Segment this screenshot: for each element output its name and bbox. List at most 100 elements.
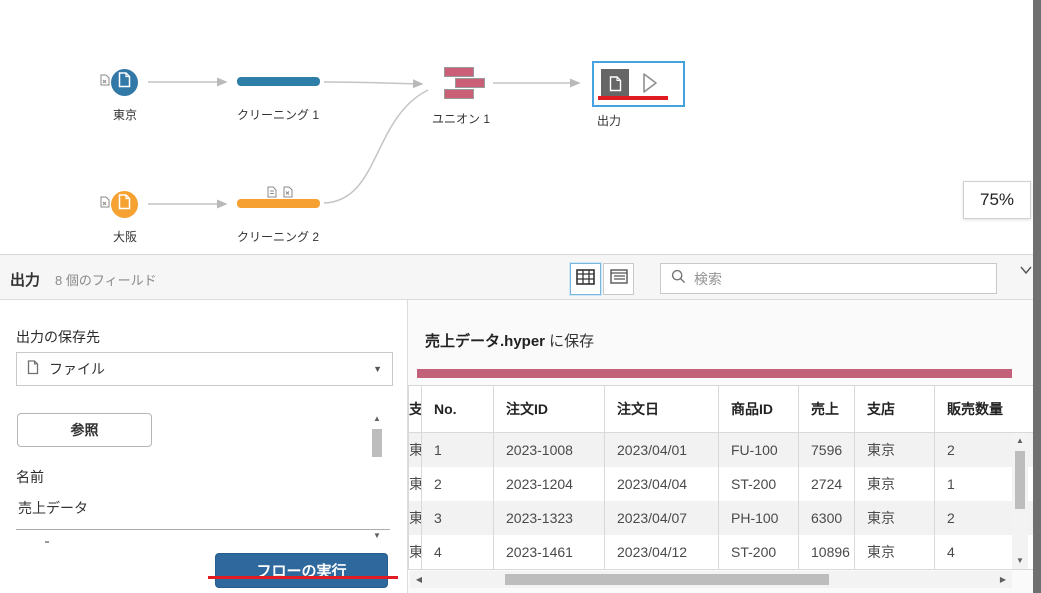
name-input[interactable]: 売上データ (16, 492, 390, 530)
column-header-order-id[interactable]: 注文ID (494, 386, 605, 432)
table-header-row: 支店 No. 注文ID 注文日 商品ID 売上 支店 販売数量 (409, 386, 1033, 433)
column-header-order-date[interactable]: 注文日 (605, 386, 719, 432)
cell-clipped: 東京 (409, 467, 422, 501)
cell: 7596 (799, 433, 855, 467)
file-icon (118, 194, 131, 215)
cell: 10896 (799, 535, 855, 569)
annotation-underline (208, 576, 398, 579)
list-view-button[interactable] (603, 263, 634, 295)
run-flow-button[interactable]: フローの実行 (215, 553, 388, 588)
input-node-osaka[interactable] (111, 191, 138, 218)
scroll-down-icon[interactable]: ▼ (1012, 556, 1028, 566)
table-horizontal-scrollbar[interactable]: ◀ ▶ (410, 571, 1012, 588)
caret-down-icon: ▼ (373, 364, 382, 374)
field-count: 8 個のフィールド (55, 273, 157, 288)
changes-badge-icon[interactable] (99, 73, 111, 91)
cell: 2724 (799, 467, 855, 501)
name-input-value: 売上データ (18, 500, 88, 516)
column-header-no[interactable]: No. (422, 386, 494, 432)
column-header-product-id[interactable]: 商品ID (719, 386, 799, 432)
flow-canvas: 東京 クリーニング 1 ユニオン 1 出力 大阪 クリーニング 2 75% (0, 0, 1033, 254)
node-label-output: 出力 (597, 114, 622, 128)
changes-badge-icon[interactable] (99, 195, 111, 213)
union-node-icon[interactable] (441, 66, 489, 102)
column-header-sales[interactable]: 売上 (799, 386, 855, 432)
file-icon (27, 360, 39, 378)
output-settings-panel: 出力の保存先 ファイル ▼ 参照 ▲ ▼ 名前 売上データ フローの実行 (0, 300, 407, 593)
cell: ST-200 (719, 467, 799, 501)
cell: FU-100 (719, 433, 799, 467)
grid-view-icon (576, 268, 595, 290)
table-accent-bar (417, 369, 1012, 378)
annotation-underline (598, 96, 668, 100)
cell: 2023-1323 (494, 501, 605, 535)
node-label-cleaning2: クリーニング 2 (237, 230, 320, 244)
table-row: 東京 4 2023-1461 2023/04/12 ST-200 10896 東… (409, 535, 1033, 569)
zoom-level-badge[interactable]: 75% (963, 181, 1031, 219)
table-row: 東京 3 2023-1323 2023/04/07 PH-100 6300 東京… (409, 501, 1033, 535)
cell: 2023/04/01 (605, 433, 719, 467)
column-header-clipped[interactable]: 支店 (409, 386, 422, 432)
save-target-title: 売上データ.hyper に保存 (425, 330, 594, 351)
input-node-tokyo[interactable] (111, 69, 138, 96)
node-label-union1: ユニオン 1 (432, 112, 491, 126)
window-edge-strip (1033, 0, 1041, 593)
search-input[interactable] (694, 270, 986, 287)
save-destination-value: ファイル (49, 361, 105, 377)
panel-title: 出力 (10, 272, 41, 289)
cell-clipped: 東京 (409, 501, 422, 535)
app-window: 東京 クリーニング 1 ユニオン 1 出力 大阪 クリーニング 2 75% 出力… (0, 0, 1041, 593)
save-file-name: 売上データ.hyper (425, 333, 546, 350)
scroll-left-icon[interactable]: ◀ (413, 571, 425, 588)
union-brick (455, 78, 485, 88)
scroll-down-icon[interactable]: ▼ (369, 530, 385, 542)
grid-view-button[interactable] (570, 263, 601, 295)
cell: 3 (422, 501, 494, 535)
cell: 2 (422, 467, 494, 501)
node-label-osaka: 大阪 (112, 230, 137, 244)
scrollbar-thumb[interactable] (505, 574, 829, 585)
column-header-quantity[interactable]: 販売数量 (935, 386, 1036, 432)
flow-connectors (148, 77, 581, 209)
output-file-icon (601, 69, 629, 98)
clean-step-2[interactable] (237, 199, 320, 208)
table-vertical-scrollbar[interactable]: ▲ ▼ (1012, 433, 1028, 569)
save-destination-label: 出力の保存先 (16, 329, 100, 345)
union-brick (444, 89, 474, 99)
table-row: 東京 1 2023-1008 2023/04/01 FU-100 7596 東京… (409, 433, 1033, 467)
run-output-icon[interactable] (641, 72, 659, 99)
union-brick (444, 67, 474, 77)
cell: 東京 (855, 433, 935, 467)
preview-table: 支店 No. 注文ID 注文日 商品ID 売上 支店 販売数量 東京 1 202… (408, 385, 1033, 570)
cell: 2023/04/07 (605, 501, 719, 535)
save-destination-select[interactable]: ファイル ▼ (16, 352, 393, 386)
output-node[interactable] (592, 61, 685, 107)
list-view-icon (609, 269, 628, 289)
scroll-up-icon[interactable]: ▲ (369, 413, 385, 425)
column-header-branch[interactable]: 支店 (855, 386, 935, 432)
table-row: 東京 2 2023-1204 2023/04/04 ST-200 2724 東京… (409, 467, 1033, 501)
node-label-tokyo: 東京 (112, 108, 137, 122)
name-label: 名前 (16, 469, 44, 485)
cell-clipped: 東京 (409, 433, 422, 467)
scrollbar-thumb[interactable] (1015, 451, 1025, 509)
scrollbar-thumb[interactable] (372, 429, 382, 457)
cell: 1 (422, 433, 494, 467)
file-icon (118, 72, 131, 93)
output-panel-header: 出力 8 個のフィールド (0, 254, 1033, 300)
text-fragment (45, 541, 49, 543)
scroll-up-icon[interactable]: ▲ (1012, 436, 1028, 446)
browse-button[interactable]: 参照 (17, 413, 152, 447)
cell: 2023-1008 (494, 433, 605, 467)
search-box (660, 263, 997, 294)
cell: PH-100 (719, 501, 799, 535)
cell: 4 (422, 535, 494, 569)
cell: 6300 (799, 501, 855, 535)
collapse-panel-chevron-icon[interactable] (1019, 263, 1033, 280)
cell: 東京 (855, 535, 935, 569)
clean-step-1[interactable] (237, 77, 320, 86)
cell-clipped: 東京 (409, 535, 422, 569)
cell: 2023/04/12 (605, 535, 719, 569)
scroll-right-icon[interactable]: ▶ (997, 571, 1009, 588)
cell: ST-200 (719, 535, 799, 569)
